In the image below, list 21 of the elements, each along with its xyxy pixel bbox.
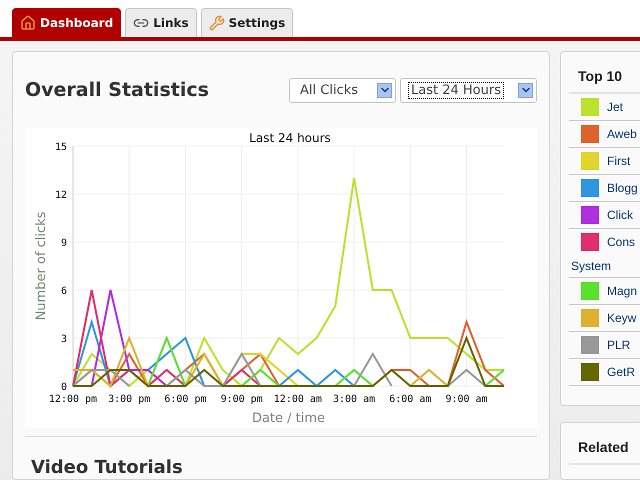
x-tick-label: 12:00 am [274,394,322,405]
x-tick-label: 9:00 am [445,394,488,405]
y-tick-label: 6 [60,286,67,297]
x-tick-label: 3:00 am [333,394,376,405]
y-tick-label: 15 [54,142,67,153]
y-tick-label: 9 [60,238,67,249]
x-axis-title: Date / time [252,411,326,426]
section-title: Video Tutorials [31,457,184,478]
y-tick-label: 12 [54,190,67,201]
x-tick-label: 9:00 pm [220,394,263,405]
y-tick-label: 3 [60,334,67,345]
x-tick-label: 12:00 pm [48,394,98,405]
y-tick-label: 0 [60,382,67,393]
panel-title: Top 10 [569,52,640,94]
panel-title: Related [569,423,640,466]
x-tick-label: 6:00 am [389,394,432,405]
y-axis-title: Number of clicks [34,212,49,320]
panel-title: Overall Statistics [25,79,210,101]
x-tick-label: 3:00 pm [108,394,150,405]
chart-title: Last 24 hours [249,131,331,145]
x-tick-label: 6:00 pm [164,394,207,405]
